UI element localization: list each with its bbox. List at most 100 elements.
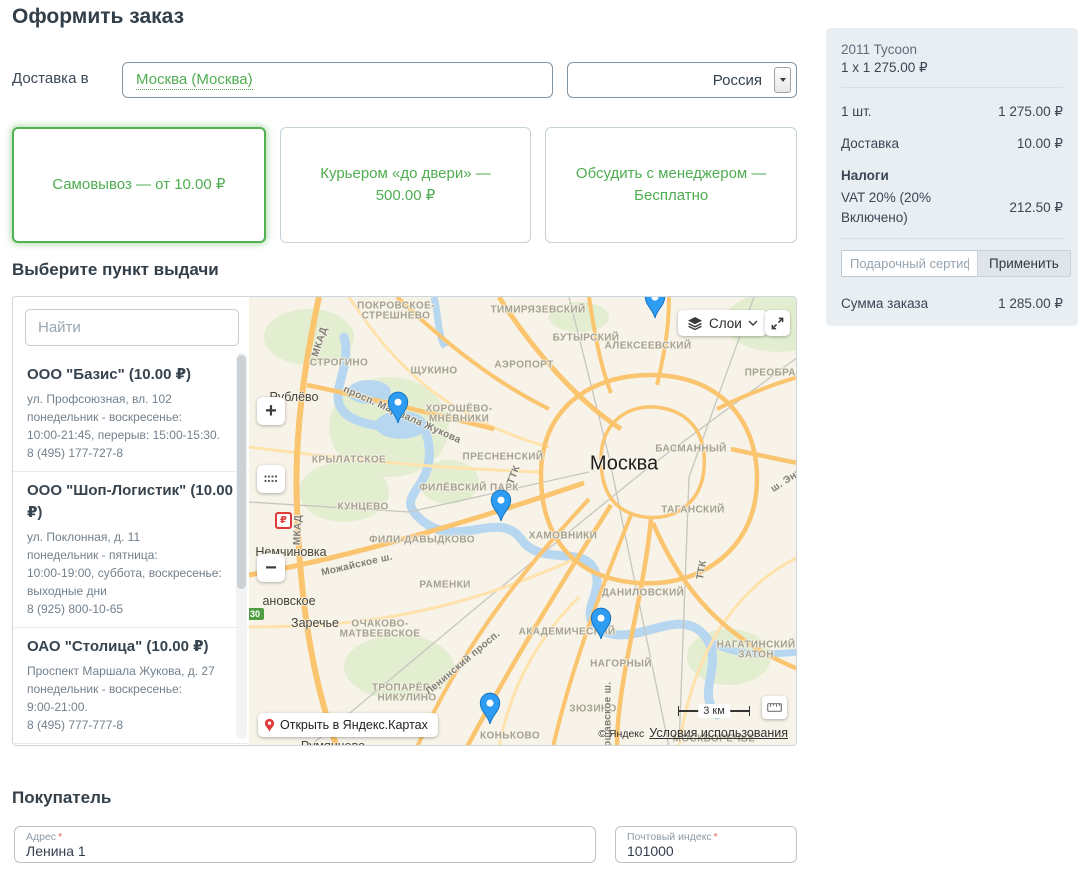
country-select[interactable]: Россия [567,62,797,98]
layers-icon [687,316,703,330]
total-label: Сумма заказа [841,296,928,312]
pickup-widget: ООО "Базис" (10.00 ₽) ул. Профсоюзная, вл… [12,296,797,746]
product-qty-price: 1 x 1 275.00 ₽ [841,60,1063,76]
summary-row-qty: 1 шт.1 275.00 ₽ [841,104,1063,120]
map-attribution: © Яндекс Условия использования [598,726,788,740]
country-value: Россия [713,72,762,89]
order-summary: 2011 Tycoon 1 x 1 275.00 ₽ 1 шт.1 275.00… [826,28,1078,326]
customer-heading: Покупатель [12,788,111,808]
scrollbar-thumb[interactable] [237,355,246,589]
city-value[interactable]: Москва (Москва) [136,71,253,90]
parking-icon: ₽ [275,512,292,529]
map-label: ПРЕСНЕНСКИЙ [463,452,544,463]
map-label: КОНЬКОВО [480,731,540,742]
city-label: Москва [590,453,658,476]
zoom-out-button[interactable]: − [257,554,285,582]
delivery-option-1[interactable]: Курьером «до двери» — 500.00 ₽ [280,127,532,243]
field-postal-code[interactable]: Почтовый индекс*101000 [615,826,797,863]
pickup-point-title: ООО "Базис" (10.00 ₽) [27,364,237,386]
pickup-point-item[interactable]: ООО "Шоп-Логистик" (10.00 ₽)ул. Поклонна… [13,471,249,627]
map-label: Заречье [291,616,339,630]
map-label: РАМЕНКИ [419,580,470,591]
pickup-point-title: ООО "Шоп-Логистик" (10.00 ₽) [27,480,237,524]
ruler-button[interactable] [762,696,787,719]
delivery-option-0[interactable]: Самовывоз — от 10.00 ₽ [12,127,266,243]
pickup-point-item[interactable]: ОАО "Столица" (10.00 ₽) Проспект Маршала … [13,627,249,743]
map-label: СТРЕШНЕВО [362,311,431,322]
map-label: КУНЦЕВО [337,502,388,513]
map-label: АЭРОПОРТ [494,360,553,371]
placemark-pin[interactable] [588,607,614,640]
tax-row: VAT 20% (20% Включено)212.50 ₽ [841,188,1063,227]
fullscreen-icon [771,317,784,330]
pickup-point-details: ул. Поклонная, д. 11 понедельник - пятни… [27,528,237,618]
open-in-yandex-button[interactable]: Открыть в Яндекс.Картах [258,713,438,737]
required-asterisk: * [58,831,62,843]
map-label: КРЫЛАТСКОЕ [312,455,386,466]
gift-certificate-input[interactable] [841,250,978,277]
pickup-point-details: ул. Профсоюзная, вл. 102 понедельник - в… [27,390,237,462]
map-label: ТАГАНСКИЙ [661,505,724,516]
map-label: ФИЛИ-ДАВЫДКОВО [369,535,475,546]
scrollbar[interactable] [236,353,247,739]
map-label: МАТВЕЕВСКОЕ [340,629,421,640]
placemark-pin[interactable] [385,391,411,424]
pickup-point-panel: ООО "Базис" (10.00 ₽) ул. Профсоюзная, вл… [13,297,249,745]
field-label: Почтовый индекс* [627,831,785,843]
map-label: НАГОРНЫЙ [590,659,652,670]
map-label: ТИМИРЯЗЕВСКИЙ [490,305,585,316]
placemark-pin[interactable] [642,297,668,319]
apply-button[interactable]: Применить [977,250,1071,277]
delivery-options: Самовывоз — от 10.00 ₽Курьером «до двери… [12,127,797,243]
map-label: ЩУКИНО [410,366,457,377]
required-asterisk: * [714,831,718,843]
pickup-point-details: Проспект Маршала Жукова, д. 27 понедельн… [27,662,237,734]
map-label: БАСМАННЫЙ [655,444,726,455]
fullscreen-button[interactable] [765,310,790,336]
copyright: © Яндекс [598,728,644,740]
map-label: ановское [262,594,315,608]
field-address[interactable]: Адрес*Ленина 1 [14,826,596,863]
page-title: Оформить заказ [12,5,184,29]
divider [841,238,1063,239]
search-input[interactable] [25,309,239,346]
ruler-icon [767,703,782,712]
product-name: 2011 Tycoon [841,42,1063,57]
divider [841,87,1063,88]
order-total-row: Сумма заказа 1 285.00 ₽ [841,296,1063,312]
map-label: ЗАТОН [738,650,774,661]
road-sign-badge: 30 [249,608,264,620]
field-value: Ленина 1 [26,843,584,860]
chevron-down-icon [748,320,758,326]
summary-row-shipping: Доставка10.00 ₽ [841,136,1063,152]
zoom-in-button[interactable]: + [257,397,285,425]
pickup-point-item[interactable]: ОАО "СоюзТорг" (10.00 ₽) [13,743,249,746]
taxes-heading: Налоги [841,168,1063,183]
layers-button[interactable]: Слои [678,310,767,336]
road-label: МКАД [292,515,305,546]
pickup-heading: Выберите пункт выдачи [12,260,219,280]
ship-to-label: Доставка в [12,70,89,87]
pickup-point-item[interactable]: ООО "Базис" (10.00 ₽) ул. Профсоюзная, вл… [13,356,249,471]
map-label: ПРЕОБРАЖЕНСКОЕ [745,368,796,379]
map-label: ДАНИЛОВСКИЙ [602,588,685,599]
total-value: 1 285.00 ₽ [998,296,1063,312]
map-pin-icon [264,718,275,733]
pickup-point-list: ООО "Базис" (10.00 ₽) ул. Профсоюзная, вл… [13,356,249,746]
placemark-pin[interactable] [488,489,514,522]
measure-icon[interactable] [257,465,285,493]
field-value: 101000 [627,843,785,860]
map-label: ХАМОВНИКИ [529,531,598,542]
city-select[interactable]: Москва (Москва) [122,62,553,98]
gift-certificate-row: Применить [841,250,1063,277]
map[interactable]: ПОКРОВСКОЕ-СТРЕШНЕВОТИМИРЯЗЕВСКИЙБУТЫРСК… [249,297,796,745]
chevron-down-icon[interactable] [774,67,791,93]
map-scale: 3 км [678,706,750,716]
pickup-point-title: ОАО "Столица" (10.00 ₽) [27,636,237,658]
delivery-option-2[interactable]: Обсудить с менеджером — Бесплатно [545,127,797,243]
map-label: АЛЕКСЕЕВСКИЙ [605,341,692,352]
map-label: Румянцево [301,739,365,745]
map-label: СТРОГИНО [310,358,368,369]
terms-link[interactable]: Условия использования [649,726,788,740]
placemark-pin[interactable] [477,692,503,725]
